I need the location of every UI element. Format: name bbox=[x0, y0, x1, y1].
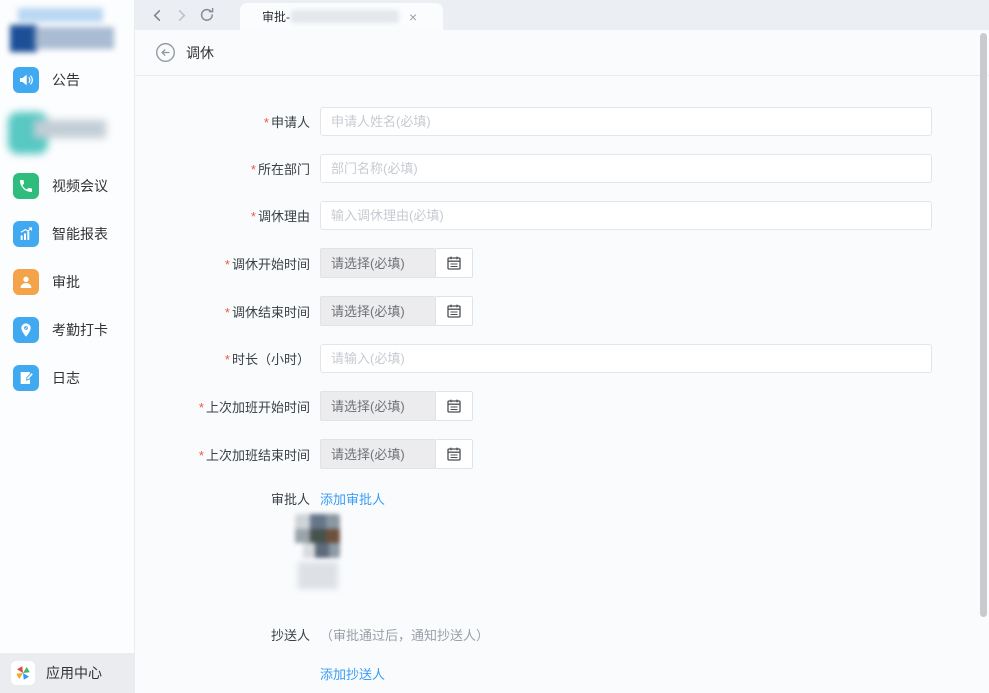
sidebar-item-journal[interactable]: 日志 bbox=[0, 354, 134, 402]
required-marker: * bbox=[225, 352, 230, 367]
field-label: 调休开始时间 bbox=[232, 257, 310, 272]
main-area: 审批- × 调休 *申请人 *所在部门 bbox=[135, 0, 989, 693]
cc-label: 抄送人 bbox=[135, 625, 310, 644]
content-panel: 调休 *申请人 *所在部门 *调休理由 *调休开始时间 bbox=[135, 30, 989, 693]
leave-form: *申请人 *所在部门 *调休理由 *调休开始时间 bbox=[135, 76, 989, 684]
sidebar-item-app-center[interactable]: 应用中心 bbox=[0, 653, 134, 693]
sidebar-item-label: 公告 bbox=[52, 70, 80, 90]
app-window: 公告 视频会议 智能报表 审批 bbox=[0, 0, 989, 693]
page-title: 调休 bbox=[186, 43, 214, 63]
last-overtime-start-input[interactable] bbox=[320, 391, 435, 421]
field-label: 调休理由 bbox=[258, 209, 310, 224]
required-marker: * bbox=[225, 257, 230, 272]
app-center-label: 应用中心 bbox=[46, 663, 102, 683]
required-marker: * bbox=[225, 305, 230, 320]
sidebar: 公告 视频会议 智能报表 审批 bbox=[0, 0, 135, 693]
tab-bar: 审批- × bbox=[135, 0, 989, 30]
form-row: *调休结束时间 bbox=[135, 296, 989, 326]
calendar-icon[interactable] bbox=[435, 391, 473, 421]
leave-start-time-picker[interactable] bbox=[320, 248, 473, 278]
required-marker: * bbox=[251, 162, 256, 177]
sidebar-item-label: 日志 bbox=[52, 368, 80, 388]
calendar-icon[interactable] bbox=[435, 248, 473, 278]
sidebar-item-label: 审批 bbox=[52, 272, 80, 292]
person-icon bbox=[13, 269, 39, 295]
sidebar-item-attendance[interactable]: 考勤打卡 bbox=[0, 306, 134, 354]
back-button[interactable] bbox=[155, 42, 176, 63]
field-label: 所在部门 bbox=[258, 162, 310, 177]
approver-section: 审批人 添加审批人 bbox=[135, 489, 989, 508]
journal-icon bbox=[13, 365, 39, 391]
duration-hours-input[interactable] bbox=[320, 344, 932, 373]
required-marker: * bbox=[264, 115, 269, 130]
leave-reason-input[interactable] bbox=[320, 201, 932, 230]
sidebar-item-label: 智能报表 bbox=[52, 224, 108, 244]
refresh-icon[interactable] bbox=[197, 5, 217, 25]
last-overtime-start-picker[interactable] bbox=[320, 391, 473, 421]
add-cc-link[interactable]: 添加抄送人 bbox=[320, 664, 385, 683]
approver-name-blurred bbox=[298, 562, 338, 589]
megaphone-icon bbox=[13, 67, 39, 93]
sidebar-item-label: 视频会议 bbox=[52, 176, 108, 196]
field-label: 调休结束时间 bbox=[232, 305, 310, 320]
forward-nav-icon[interactable] bbox=[171, 5, 191, 25]
cc-section: 抄送人 （审批通过后，通知抄送人） bbox=[135, 625, 989, 644]
location-pin-icon bbox=[13, 317, 39, 343]
sidebar-item-approval[interactable]: 审批 bbox=[0, 258, 134, 306]
form-row: *申请人 bbox=[135, 107, 989, 136]
back-nav-icon[interactable] bbox=[147, 5, 167, 25]
approver-label: 审批人 bbox=[135, 489, 310, 508]
department-input[interactable] bbox=[320, 154, 932, 183]
last-overtime-end-input[interactable] bbox=[320, 439, 435, 469]
calendar-icon[interactable] bbox=[435, 296, 473, 326]
form-row: *调休理由 bbox=[135, 201, 989, 230]
form-row: *时长（小时） bbox=[135, 344, 989, 373]
scrollbar-thumb[interactable] bbox=[980, 33, 987, 617]
tab-title: 审批- bbox=[262, 8, 290, 25]
tab-approval[interactable]: 审批- × bbox=[240, 3, 443, 30]
cc-note: （审批通过后，通知抄送人） bbox=[320, 625, 489, 644]
form-row: *所在部门 bbox=[135, 154, 989, 183]
required-marker: * bbox=[251, 209, 256, 224]
required-marker: * bbox=[199, 400, 204, 415]
video-phone-icon bbox=[13, 173, 39, 199]
form-row: *上次加班开始时间 bbox=[135, 391, 989, 421]
last-overtime-end-picker[interactable] bbox=[320, 439, 473, 469]
field-label: 申请人 bbox=[271, 115, 310, 130]
sidebar-item-blurred-contact[interactable] bbox=[0, 108, 134, 160]
leave-end-time-input[interactable] bbox=[320, 296, 435, 326]
field-label: 时长（小时） bbox=[232, 352, 310, 367]
sidebar-item-announcement[interactable]: 公告 bbox=[0, 56, 134, 104]
leave-end-time-picker[interactable] bbox=[320, 296, 473, 326]
calendar-icon[interactable] bbox=[435, 439, 473, 469]
applicant-name-input[interactable] bbox=[320, 107, 932, 136]
org-logo-blurred bbox=[0, 0, 134, 56]
sidebar-item-label: 考勤打卡 bbox=[52, 320, 108, 340]
approver-avatar-blurred[interactable] bbox=[295, 514, 340, 558]
field-label: 上次加班开始时间 bbox=[206, 400, 310, 415]
form-row: *调休开始时间 bbox=[135, 248, 989, 278]
field-label: 上次加班结束时间 bbox=[206, 448, 310, 463]
tab-title-blurred bbox=[291, 10, 399, 23]
blurred-name bbox=[34, 120, 106, 138]
pinwheel-icon bbox=[11, 661, 35, 685]
form-row: *上次加班结束时间 bbox=[135, 439, 989, 469]
add-approver-link[interactable]: 添加审批人 bbox=[320, 489, 385, 508]
close-icon[interactable]: × bbox=[409, 10, 417, 24]
leave-start-time-input[interactable] bbox=[320, 248, 435, 278]
required-marker: * bbox=[199, 448, 204, 463]
sidebar-item-smart-report[interactable]: 智能报表 bbox=[0, 210, 134, 258]
page-header: 调休 bbox=[135, 30, 989, 76]
sidebar-item-video-meeting[interactable]: 视频会议 bbox=[0, 162, 134, 210]
bar-chart-icon bbox=[13, 221, 39, 247]
